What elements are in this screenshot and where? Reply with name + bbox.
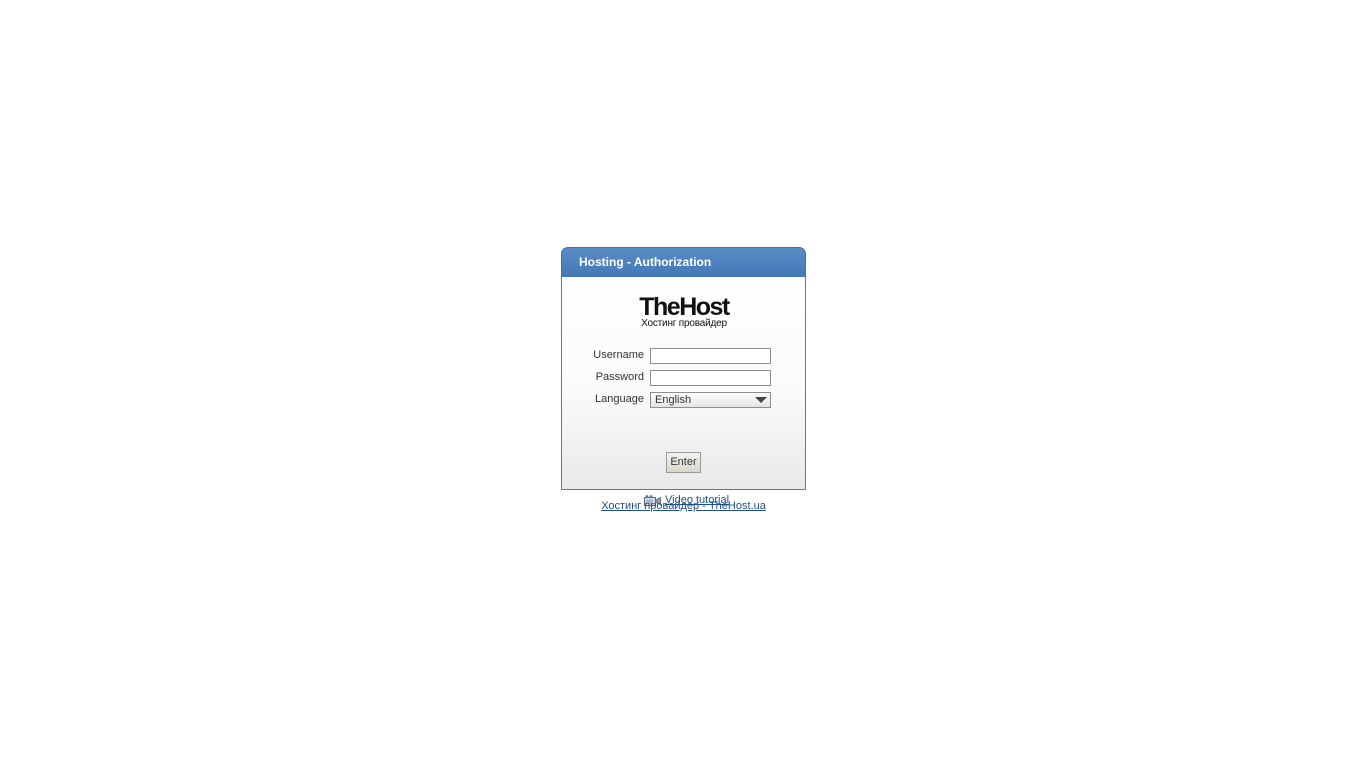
language-row: Language English	[562, 392, 805, 408]
language-select[interactable]: English	[650, 392, 771, 408]
password-input[interactable]	[650, 370, 771, 386]
language-label: Language	[595, 393, 644, 405]
chevron-down-icon	[755, 397, 767, 403]
footer-provider-link[interactable]: Хостинг провайдер - TheHost.ua	[561, 500, 806, 512]
panel-title: Hosting - Authorization	[561, 247, 806, 277]
language-selected-value: English	[655, 394, 692, 406]
brand-logo: TheHost Хостинг провайдер	[633, 295, 735, 329]
logo-wordmark: TheHost	[639, 293, 730, 321]
auth-panel: Hosting - Authorization TheHost Хостинг …	[561, 247, 806, 506]
username-label: Username	[593, 349, 644, 361]
username-input[interactable]	[650, 348, 771, 364]
enter-button[interactable]: Enter	[666, 452, 701, 473]
password-row: Password	[562, 370, 805, 386]
password-label: Password	[595, 371, 644, 383]
login-page: Hosting - Authorization TheHost Хостинг …	[0, 0, 1366, 768]
auth-panel-body: TheHost Хостинг провайдер Username Passw…	[561, 277, 806, 506]
logo-tagline: Хостинг провайдер	[641, 318, 727, 329]
username-row: Username	[562, 348, 805, 364]
